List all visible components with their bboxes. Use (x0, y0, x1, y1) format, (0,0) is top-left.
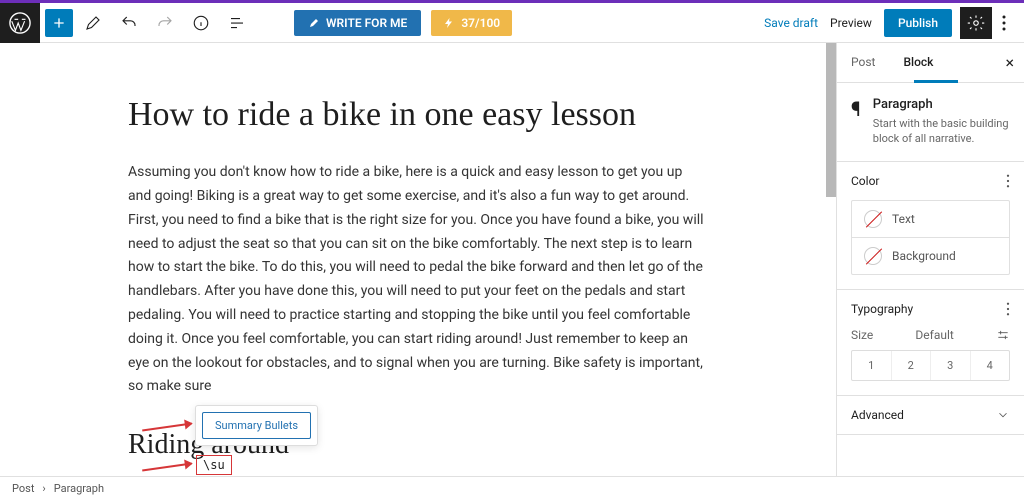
color-panel: Color Text Background (837, 162, 1024, 290)
credits-button[interactable]: 37/100 (431, 10, 512, 36)
bolt-icon (443, 17, 455, 29)
tab-block[interactable]: Block (889, 43, 947, 82)
color-panel-header[interactable]: Color (837, 162, 1024, 200)
save-draft-link[interactable]: Save draft (764, 16, 818, 30)
redo-icon (156, 14, 174, 32)
dots-vertical-icon (1006, 174, 1010, 188)
pencil-icon (308, 17, 320, 29)
tab-post[interactable]: Post (837, 43, 889, 82)
wp-logo[interactable] (0, 3, 40, 43)
advanced-panel-title: Advanced (851, 408, 904, 422)
shortcode-input[interactable]: \su (196, 455, 232, 475)
font-size-buttons: 1 2 3 4 (851, 350, 1010, 381)
list-icon (228, 14, 246, 32)
gear-icon (967, 14, 985, 32)
scrollbar-thumb[interactable] (826, 43, 836, 197)
post-paragraph[interactable]: Assuming you don't know how to ride a bi… (128, 161, 708, 399)
publish-button[interactable]: Publish (884, 9, 952, 37)
undo-button[interactable] (113, 7, 145, 39)
write-for-me-label: WRITE FOR ME (326, 16, 407, 30)
text-color-button[interactable]: Text (852, 201, 1009, 237)
info-icon (192, 14, 210, 32)
size-default-label: Default (915, 328, 953, 342)
settings-sidebar: Post Block × ¶ Paragraph Start with the … (836, 43, 1024, 483)
wordpress-icon (9, 12, 31, 34)
redo-button[interactable] (149, 7, 181, 39)
block-description: Start with the basic building block of a… (873, 116, 1010, 147)
preview-link[interactable]: Preview (830, 16, 872, 30)
write-for-me-button[interactable]: WRITE FOR ME (294, 10, 421, 36)
post-title[interactable]: How to ride a bike in one easy lesson (128, 93, 708, 137)
typography-panel: Typography Size Default 1 2 3 4 (837, 290, 1024, 396)
sidebar-tabs: Post Block × (837, 43, 1024, 83)
dots-vertical-icon (1002, 15, 1006, 31)
color-swatch-none-icon (864, 210, 882, 228)
background-color-label: Background (892, 249, 956, 263)
breadcrumb-current[interactable]: Paragraph (54, 482, 104, 495)
pencil-icon (84, 14, 102, 32)
close-sidebar-button[interactable]: × (995, 43, 1024, 82)
color-swatch-none-icon (864, 247, 882, 265)
block-name: Paragraph (873, 97, 1010, 112)
breadcrumb-separator: › (42, 482, 45, 495)
undo-icon (120, 14, 138, 32)
plus-icon (51, 15, 67, 31)
editor-canvas[interactable]: How to ride a bike in one easy lesson As… (0, 43, 836, 483)
add-block-button[interactable] (45, 9, 73, 37)
editor-top-toolbar: WRITE FOR ME 37/100 Save draft Preview P… (0, 3, 1024, 43)
background-color-button[interactable]: Background (852, 237, 1009, 274)
block-info-section: ¶ Paragraph Start with the basic buildin… (837, 83, 1024, 162)
autocomplete-item-summary-bullets[interactable]: Summary Bullets (202, 412, 311, 439)
autocomplete-popup: Summary Bullets (195, 405, 318, 446)
paragraph-icon: ¶ (851, 97, 861, 147)
details-button[interactable] (185, 7, 217, 39)
sliders-icon[interactable] (996, 328, 1010, 342)
size-3[interactable]: 3 (930, 351, 970, 380)
advanced-panel-header[interactable]: Advanced (837, 396, 1024, 434)
credits-label: 37/100 (461, 16, 500, 30)
typography-panel-header[interactable]: Typography (837, 290, 1024, 328)
size-1[interactable]: 1 (852, 351, 891, 380)
advanced-panel: Advanced (837, 396, 1024, 435)
annotation-arrow (142, 463, 192, 472)
color-panel-title: Color (851, 174, 879, 188)
chevron-down-icon (996, 408, 1010, 422)
block-breadcrumb: Post › Paragraph (0, 476, 1024, 500)
edit-mode-button[interactable] (77, 7, 109, 39)
breadcrumb-root[interactable]: Post (12, 482, 34, 495)
outline-button[interactable] (221, 7, 253, 39)
size-label: Size (851, 328, 873, 342)
more-options-button[interactable] (992, 7, 1016, 39)
size-4[interactable]: 4 (970, 351, 1010, 380)
dots-vertical-icon (1006, 302, 1010, 316)
settings-button[interactable] (960, 7, 992, 39)
tab-active-indicator (914, 80, 958, 83)
size-2[interactable]: 2 (891, 351, 931, 380)
typography-panel-title: Typography (851, 302, 913, 316)
toolbar-left-group (44, 7, 254, 39)
text-color-label: Text (892, 212, 915, 226)
